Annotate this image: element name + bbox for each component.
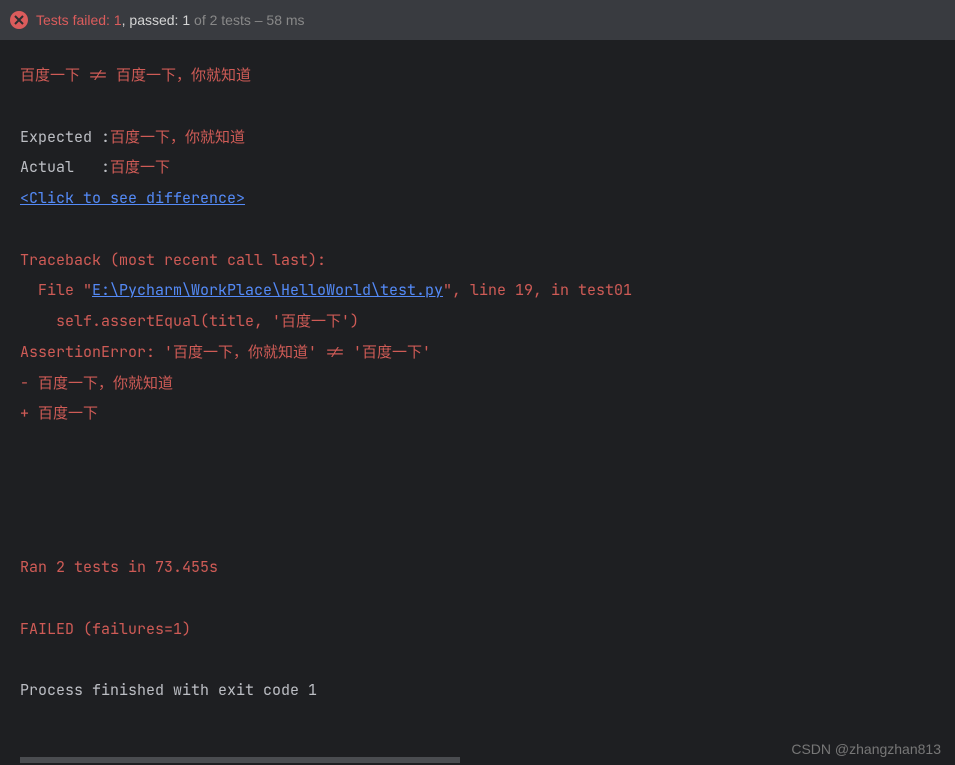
expected-value: 百度一下，你就知道: [110, 127, 245, 147]
traceback-code-line: self.assertEqual(title, '百度一下'): [20, 311, 359, 331]
traceback-header: Traceback (most recent call last):: [20, 250, 326, 270]
traceback-file-suffix: ", line 19, in test01: [443, 280, 632, 300]
assertion-error-line: AssertionError: '百度一下，你就知道' != '百度一下': [20, 342, 431, 362]
diff-minus-line: - 百度一下，你就知道: [20, 373, 173, 393]
exit-code-line: Process finished with exit code 1: [20, 680, 317, 700]
tests-passed-label: , passed:: [122, 12, 179, 28]
horizontal-scrollbar[interactable]: [20, 757, 460, 763]
fail-icon: [10, 11, 28, 29]
tests-passed-count: 1: [182, 12, 190, 28]
actual-label: Actual :: [20, 157, 110, 177]
tests-failed-label: Tests failed:: [36, 12, 110, 28]
expected-label: Expected :: [20, 127, 110, 147]
traceback-file-link[interactable]: E:\Pycharm\WorkPlace\HelloWorld\test.py: [92, 280, 443, 300]
diff-plus-line: + 百度一下: [20, 403, 98, 423]
tests-failed-count: 1: [114, 12, 122, 28]
see-difference-link[interactable]: <Click to see difference>: [20, 188, 245, 208]
traceback-file-prefix: File ": [20, 280, 92, 300]
actual-value: 百度一下: [110, 157, 170, 177]
test-status-bar: Tests failed: 1, passed: 1 of 2 tests – …: [0, 0, 955, 40]
test-summary-text: Tests failed: 1, passed: 1 of 2 tests – …: [36, 12, 305, 28]
tests-total-text: of 2 tests – 58 ms: [190, 12, 304, 28]
ran-tests-line: Ran 2 tests in 73.455s: [20, 557, 218, 577]
console-output[interactable]: 百度一下 != 百度一下，你就知道 Expected :百度一下，你就知道 Ac…: [0, 40, 955, 755]
failed-summary-line: FAILED (failures=1): [20, 619, 191, 639]
assertion-neq-line: 百度一下 != 百度一下，你就知道: [20, 65, 251, 85]
